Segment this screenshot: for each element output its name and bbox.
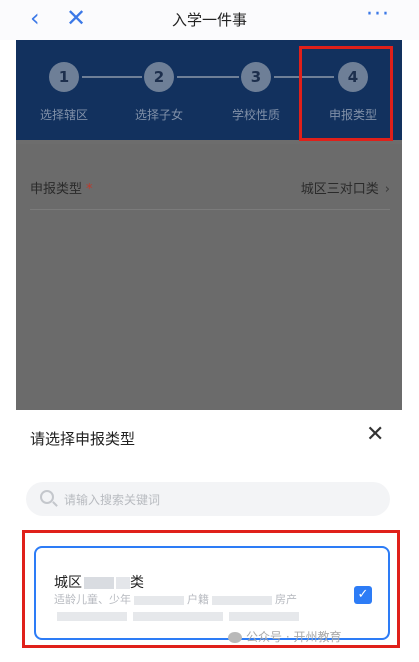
option-item[interactable]: 城区类 适龄儿童、少年 户籍 房产 ✓ [34, 546, 390, 640]
steps-progress: 1 2 3 4 选择辖区 选择子女 学校性质 申报类型 [16, 40, 402, 141]
search-placeholder: 请输入搜索关键词 [64, 493, 161, 507]
step-connector [82, 76, 142, 78]
redacted-text [229, 611, 299, 621]
more-menu-icon[interactable]: ··· [366, 2, 390, 27]
watermark: 公众号 · 开州教育 [228, 628, 341, 645]
highlight-box-step-4 [299, 46, 393, 141]
redacted-text [212, 595, 272, 605]
sheet-close-icon[interactable]: ✕ [366, 422, 384, 447]
step-label-3: 学校性质 [231, 108, 280, 122]
option-title: 城区类 [54, 575, 144, 591]
redacted-text [116, 577, 130, 589]
step-circle-1: 1 [49, 62, 79, 92]
option-description: 适龄儿童、少年 户籍 房产 [54, 592, 344, 624]
sheet-title: 请选择申报类型 [30, 430, 136, 448]
step-connector [177, 76, 239, 78]
form-card: 申报类型 * 城区三对口类 › [16, 144, 402, 410]
checked-checkbox-icon[interactable]: ✓ [354, 586, 372, 604]
step-circle-2: 2 [144, 62, 174, 92]
step-circle-3: 3 [241, 62, 271, 92]
chevron-right-icon: › [384, 182, 390, 197]
redacted-text [84, 577, 114, 589]
redacted-text [57, 611, 127, 621]
search-icon [40, 490, 54, 504]
top-nav-bar: ‹ ✕ 入学一件事 ··· [0, 0, 419, 40]
search-input[interactable]: 请输入搜索关键词 [26, 482, 390, 516]
required-mark: * [86, 182, 93, 197]
page-content: 1 2 3 4 选择辖区 选择子女 学校性质 申报类型 申报类型 * 城区三对口类… [16, 40, 402, 410]
redacted-text [133, 611, 223, 621]
declaration-type-value: 城区三对口类 › [300, 182, 390, 197]
declaration-type-row[interactable]: 申报类型 * 城区三对口类 › [30, 160, 390, 210]
declaration-type-label: 申报类型 * [30, 182, 93, 197]
page-title: 入学一件事 [171, 11, 247, 29]
step-label-2: 选择子女 [134, 108, 183, 122]
redacted-text [134, 595, 184, 605]
wechat-logo-icon [228, 632, 242, 643]
bottom-sheet: 请选择申报类型 ✕ 请输入搜索关键词 城区类 适龄儿童、少年 户籍 房产 ✓ [16, 410, 402, 662]
step-label-1: 选择辖区 [39, 108, 88, 122]
